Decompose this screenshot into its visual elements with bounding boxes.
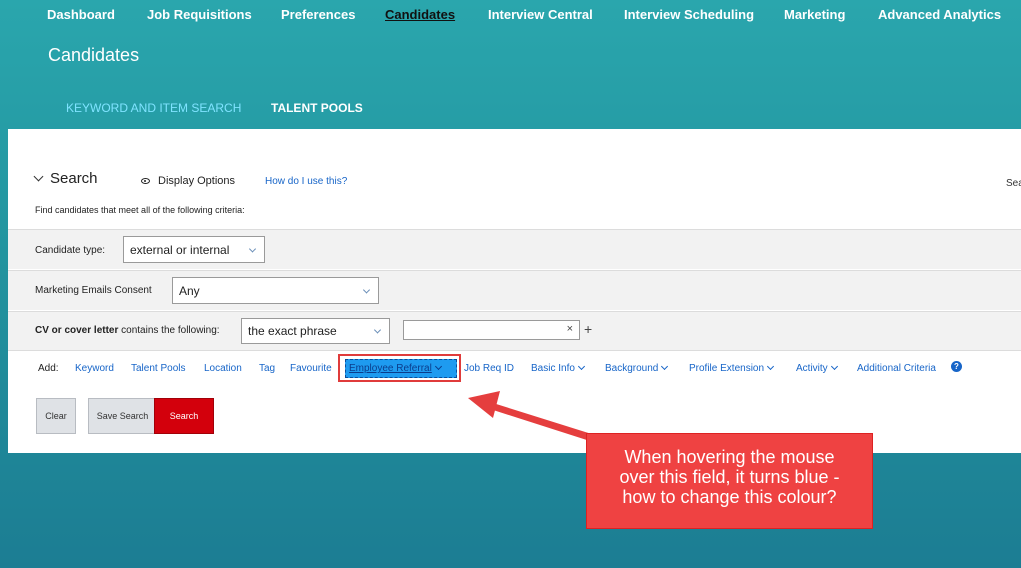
activity-label: Activity xyxy=(796,363,828,374)
cv-phrase-input[interactable]: × xyxy=(403,320,580,340)
annotation-callout: When hovering the mouse over this field,… xyxy=(586,433,873,529)
eye-icon xyxy=(141,178,150,184)
add-employee-referral-dropdown[interactable]: Employee Referral xyxy=(349,362,442,374)
search-toggle[interactable]: Search xyxy=(33,170,98,187)
nav-marketing[interactable]: Marketing xyxy=(784,7,845,22)
add-location-link[interactable]: Location xyxy=(204,363,242,374)
marketing-consent-select[interactable]: Any xyxy=(172,277,379,304)
cv-row: CV or cover letter contains the followin… xyxy=(8,311,1021,351)
add-keyword-link[interactable]: Keyword xyxy=(75,363,114,374)
add-basic-info-dropdown[interactable]: Basic Info xyxy=(531,362,585,374)
nav-candidates[interactable]: Candidates xyxy=(385,7,455,22)
chevron-down-icon xyxy=(33,171,44,182)
page-title: Candidates xyxy=(48,45,140,65)
add-job-req-id-link[interactable]: Job Req ID xyxy=(464,363,514,374)
criteria-intro-text: Find candidates that meet all of the fol… xyxy=(35,205,245,215)
tab-keyword-and-item-search[interactable]: KEYWORD AND ITEM SEARCH xyxy=(66,101,241,115)
callout-line-3: how to change this colour? xyxy=(622,487,837,507)
chevron-down-icon xyxy=(577,362,585,371)
nav-job-requisitions[interactable]: Job Requisitions xyxy=(147,7,252,22)
cv-match-value: the exact phrase xyxy=(248,324,337,338)
add-favourite-link[interactable]: Favourite xyxy=(290,363,332,374)
top-navigation: Dashboard Job Requisitions Preferences C… xyxy=(0,0,1021,30)
chevron-down-icon xyxy=(830,362,838,371)
cv-label-rest: contains the following: xyxy=(118,325,220,336)
display-options-button[interactable]: Display Options xyxy=(141,175,235,187)
nav-interview-scheduling[interactable]: Interview Scheduling xyxy=(624,7,754,22)
background-label: Background xyxy=(605,363,659,374)
chevron-down-icon xyxy=(248,244,257,253)
chevron-down-icon xyxy=(373,326,382,334)
how-to-use-link[interactable]: How do I use this? xyxy=(265,176,347,187)
cv-label: CV or cover letter contains the followin… xyxy=(35,325,220,336)
candidate-type-label: Candidate type: xyxy=(35,245,106,256)
add-activity-dropdown[interactable]: Activity xyxy=(796,362,838,374)
chevron-down-icon xyxy=(362,285,371,294)
candidate-type-select[interactable]: external or internal xyxy=(123,236,265,263)
add-label: Add: xyxy=(38,363,59,374)
callout-line-1: When hovering the mouse xyxy=(624,447,835,467)
search-heading: Search xyxy=(50,170,98,187)
employee-referral-label: Employee Referral xyxy=(349,363,432,374)
profile-extension-label: Profile Extension xyxy=(689,363,765,374)
close-icon[interactable]: × xyxy=(567,323,573,335)
save-search-button[interactable]: Save Search xyxy=(88,398,157,434)
basic-info-label: Basic Info xyxy=(531,363,575,374)
add-talent-pools-link[interactable]: Talent Pools xyxy=(131,363,185,374)
add-profile-extension-dropdown[interactable]: Profile Extension xyxy=(689,362,775,374)
chevron-down-icon xyxy=(434,362,442,371)
add-tag-link[interactable]: Tag xyxy=(259,363,275,374)
display-options-label: Display Options xyxy=(158,175,236,187)
cv-match-select[interactable]: the exact phrase xyxy=(241,318,390,344)
tab-talent-pools[interactable]: TALENT POOLS xyxy=(271,101,363,115)
add-criteria-bar: Add: Keyword Talent Pools Location Tag F… xyxy=(8,351,1021,387)
marketing-consent-row: Marketing Emails Consent Any xyxy=(8,270,1021,310)
callout-line-2: over this field, it turns blue - xyxy=(619,467,840,487)
chevron-down-icon xyxy=(661,362,669,371)
saved-searches-link-partial[interactable]: Sea xyxy=(1006,178,1021,189)
marketing-consent-value: Any xyxy=(179,283,200,298)
add-condition-icon[interactable]: + xyxy=(584,321,592,337)
cv-label-bold: CV or cover letter xyxy=(35,325,119,336)
search-panel: Search Display Options How do I use this… xyxy=(8,129,1021,453)
nav-preferences[interactable]: Preferences xyxy=(281,7,355,22)
chevron-down-icon xyxy=(767,362,775,371)
nav-advanced-analytics[interactable]: Advanced Analytics xyxy=(878,7,1001,22)
search-button[interactable]: Search xyxy=(154,398,214,434)
clear-button[interactable]: Clear xyxy=(36,398,76,434)
nav-dashboard[interactable]: Dashboard xyxy=(47,7,115,22)
add-additional-criteria-link[interactable]: Additional Criteria xyxy=(857,363,936,374)
marketing-consent-label: Marketing Emails Consent xyxy=(35,285,152,296)
candidate-type-row: Candidate type: external or internal xyxy=(8,229,1021,269)
help-icon[interactable]: ? xyxy=(951,361,962,372)
candidate-type-value: external or internal xyxy=(130,242,230,257)
nav-interview-central[interactable]: Interview Central xyxy=(488,7,593,22)
add-background-dropdown[interactable]: Background xyxy=(605,362,669,374)
